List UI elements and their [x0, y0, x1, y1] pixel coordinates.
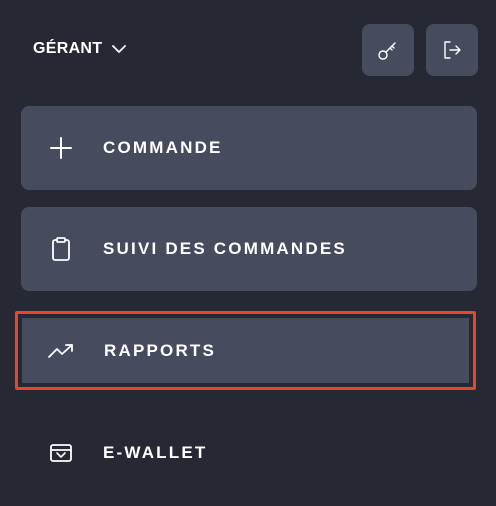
menu-item-rapports[interactable]: RAPPORTS [15, 311, 476, 390]
wallet-icon [47, 439, 75, 467]
logout-icon [441, 39, 463, 61]
plus-icon [47, 134, 75, 162]
role-selector[interactable]: GÉRANT [33, 36, 128, 62]
menu-item-suivi-des-commandes[interactable]: SUIVI DES COMMANDES [21, 207, 477, 291]
logout-button[interactable] [426, 24, 478, 76]
clipboard-icon [47, 235, 75, 263]
chevron-down-icon [110, 40, 128, 58]
menu-item-label: COMMANDE [103, 138, 223, 157]
key-icon [377, 39, 399, 61]
role-label: GÉRANT [33, 40, 103, 57]
menu-item-label: E-WALLET [103, 443, 208, 462]
trending-up-icon [47, 337, 75, 365]
menu-item-label: RAPPORTS [104, 340, 217, 360]
menu-item-commande[interactable]: COMMANDE [21, 106, 477, 190]
menu-item-background [22, 318, 469, 383]
menu-item-e-wallet[interactable]: E-WALLET [21, 411, 477, 495]
key-button[interactable] [362, 24, 414, 76]
menu-item-label: SUIVI DES COMMANDES [103, 239, 347, 258]
header: GÉRANT [0, 0, 496, 100]
